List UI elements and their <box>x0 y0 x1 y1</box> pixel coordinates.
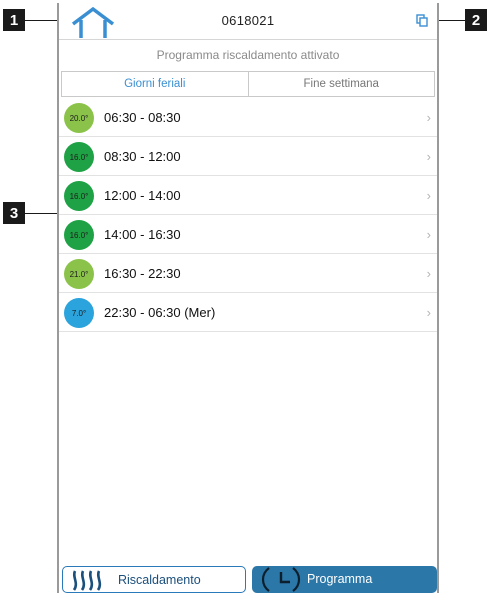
temperature-badge: 16.0° <box>64 181 94 211</box>
schedule-row[interactable]: 16.0° 08:30 - 12:00 › <box>59 138 437 176</box>
program-button-label: Programma <box>307 572 373 586</box>
schedule-row[interactable]: 16.0° 12:00 - 14:00 › <box>59 177 437 215</box>
heating-button-label: Riscaldamento <box>118 573 201 587</box>
schedule-row[interactable]: 16.0° 14:00 - 16:30 › <box>59 216 437 254</box>
heating-button[interactable]: Riscaldamento <box>62 566 246 593</box>
phone-screen: 0618021 Programma riscaldamento attivato… <box>57 3 439 593</box>
time-range: 16:30 - 22:30 <box>104 266 181 281</box>
temperature-badge: 7.0° <box>64 298 94 328</box>
day-tabs: Giorni feriali Fine settimana <box>61 71 435 97</box>
schedule-row[interactable]: 21.0° 16:30 - 22:30 › <box>59 255 437 293</box>
temperature-badge: 16.0° <box>64 142 94 172</box>
callout-3: 3 <box>3 202 25 224</box>
chevron-right-icon: › <box>426 188 431 203</box>
time-range: 08:30 - 12:00 <box>104 149 181 164</box>
heating-icon <box>72 570 102 591</box>
schedule-list: 20.0° 06:30 - 08:30 › 16.0° 08:30 - 12:0… <box>59 99 437 333</box>
tab-weekend[interactable]: Fine settimana <box>249 72 435 96</box>
chevron-right-icon: › <box>426 305 431 320</box>
chevron-right-icon: › <box>426 110 431 125</box>
schedule-row[interactable]: 7.0° 22:30 - 06:30 (Mer) › <box>59 294 437 332</box>
temperature-badge: 21.0° <box>64 259 94 289</box>
bottom-nav: Riscaldamento Programma <box>59 566 437 593</box>
time-range: 12:00 - 14:00 <box>104 188 181 203</box>
temperature-badge: 16.0° <box>64 220 94 250</box>
temperature-badge: 20.0° <box>64 103 94 133</box>
tab-weekdays[interactable]: Giorni feriali <box>62 72 249 96</box>
chevron-right-icon: › <box>426 227 431 242</box>
schedule-row[interactable]: 20.0° 06:30 - 08:30 › <box>59 99 437 137</box>
chevron-right-icon: › <box>426 149 431 164</box>
time-range: 06:30 - 08:30 <box>104 110 181 125</box>
time-range: 14:00 - 16:30 <box>104 227 181 242</box>
callout-1: 1 <box>3 9 25 31</box>
top-bar: 0618021 <box>59 3 437 40</box>
clock-icon <box>261 567 301 592</box>
device-id: 0618021 <box>221 13 275 28</box>
copy-icon[interactable] <box>416 14 428 27</box>
chevron-right-icon: › <box>426 266 431 281</box>
callout-2: 2 <box>465 9 487 31</box>
program-button[interactable]: Programma <box>252 566 437 593</box>
program-status: Programma riscaldamento attivato <box>156 48 340 62</box>
time-range: 22:30 - 06:30 (Mer) <box>104 305 216 320</box>
